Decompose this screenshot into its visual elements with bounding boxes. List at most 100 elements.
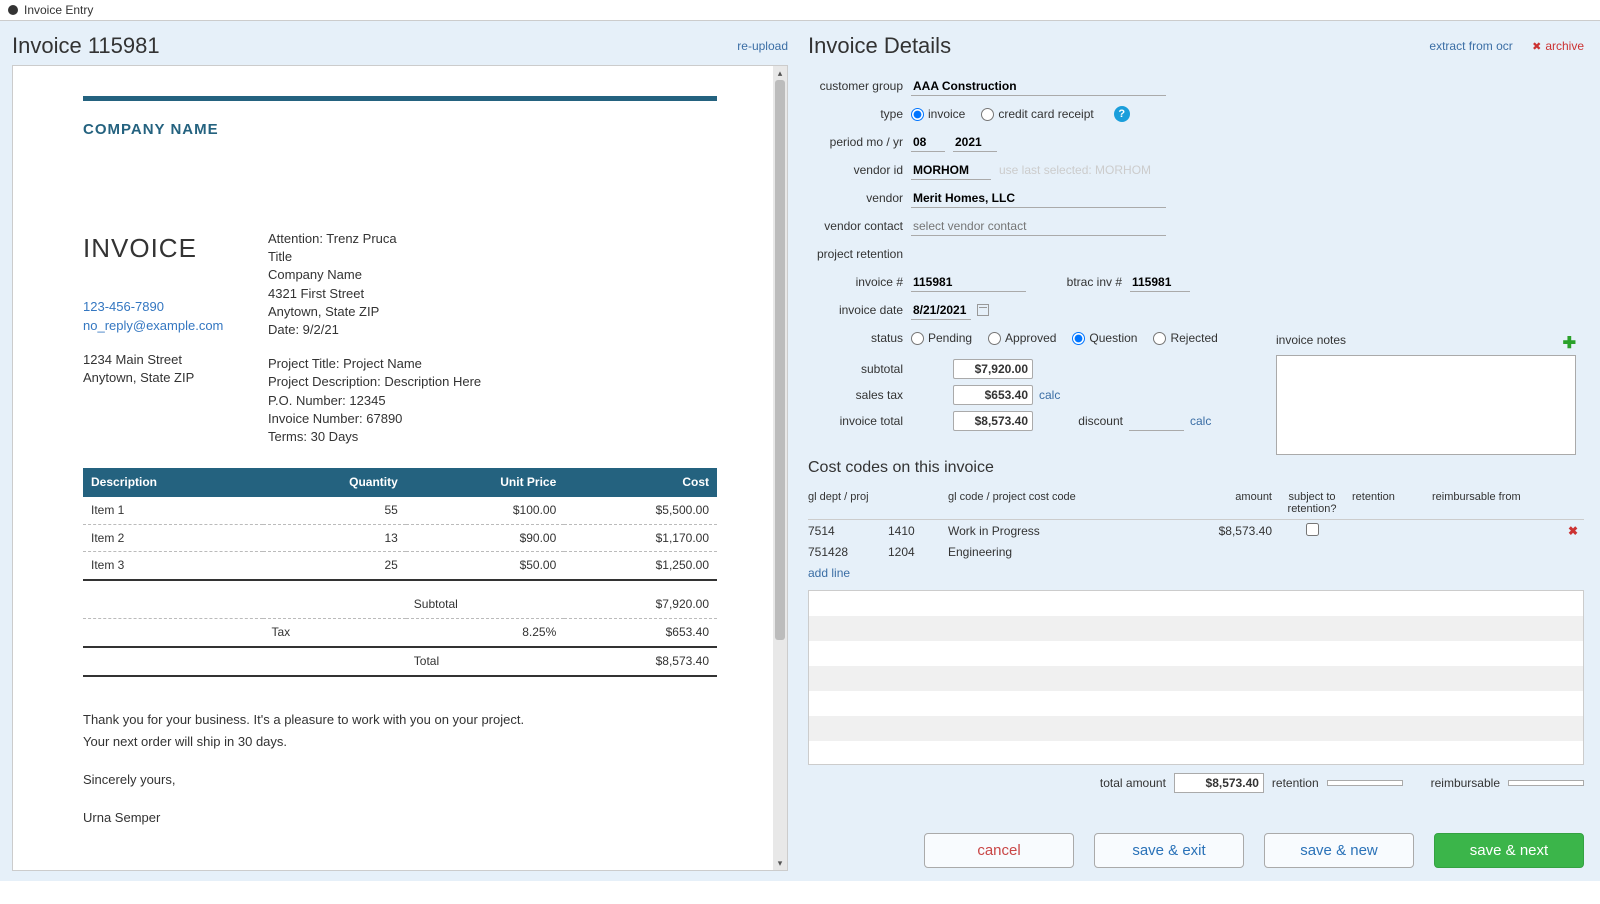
doc-closing: Thank you for your business. It's a plea… [83,711,717,828]
window-title: Invoice Entry [24,3,93,17]
discount-input[interactable] [1129,412,1184,431]
col-desc: Description [83,468,263,497]
doc-scrollbar[interactable]: ▴ ▾ [773,66,787,870]
help-icon[interactable]: ? [1114,106,1130,122]
scroll-thumb[interactable] [775,80,785,640]
document-viewer[interactable]: COMPANY NAME INVOICE 123-456-7890 no_rep… [12,65,788,871]
lbl-type: type [808,107,903,121]
lbl-invoice-date: invoice date [808,303,903,317]
calc-tax-link[interactable]: calc [1039,388,1060,402]
doc-proj-title: Project Title: Project Name [268,355,481,373]
subtotal-box[interactable]: $7,920.00 [953,359,1033,379]
notes-textarea[interactable] [1276,355,1576,455]
status-approved-radio[interactable] [988,332,1001,345]
sales-tax-box[interactable]: $653.40 [953,385,1033,405]
vendor-id-input[interactable] [911,161,991,180]
lbl-btrac: btrac inv # [1052,275,1122,289]
lbl-notes: invoice notes [1276,333,1346,353]
period-yr-input[interactable] [953,133,997,152]
doc-attn-addr1: 4321 First Street [268,285,481,303]
cost-row[interactable]: 7514 1410 Work in Progress $8,573.40 ✖ [808,520,1584,542]
col-dept: gl dept / proj [808,491,888,515]
doc-addr1: 1234 Main Street [83,351,228,369]
btrac-input[interactable] [1130,273,1190,292]
add-note-icon[interactable]: ✚ [1563,333,1576,353]
scroll-down-icon[interactable]: ▾ [773,856,787,870]
col-reimbursable: reimbursable from [1432,491,1562,515]
lbl-total-amount: total amount [1100,776,1166,790]
calc-link[interactable]: calc [1190,414,1211,428]
doc-company: COMPANY NAME [83,119,717,140]
save-new-button[interactable]: save & new [1264,833,1414,868]
col-cost: Cost [564,468,717,497]
invoice-total-box: $8,573.40 [953,411,1033,431]
lbl-period: period mo / yr [808,135,903,149]
retention-box[interactable] [1327,780,1403,786]
col-qty: Quantity [263,468,405,497]
use-last-hint: use last selected: MORHOM [999,163,1151,177]
delete-row-icon[interactable]: ✖ [1568,524,1578,538]
col-retention: retention [1352,491,1432,515]
lbl-invoice-total: invoice total [808,414,903,428]
status-rejected-radio[interactable] [1153,332,1166,345]
lbl-sales-tax: sales tax [808,388,903,402]
cost-row[interactable]: 751428 1204 Engineering [808,542,1584,562]
lbl-retention-total: retention [1272,776,1319,790]
lbl-project-retention: project retention [808,247,903,261]
vendor-contact-input[interactable] [911,217,1166,236]
col-retention-flag: subject to retention? [1272,491,1352,515]
lbl-invoice-no: invoice # [808,275,903,289]
invoice-title: Invoice 115981 [12,33,160,59]
reimbursable-box[interactable] [1508,780,1584,786]
doc-phone: 123-456-7890 [83,298,228,316]
archive-link[interactable]: archive [1532,39,1584,53]
retention-checkbox[interactable] [1306,523,1319,536]
col-unit: Unit Price [406,468,564,497]
save-exit-button[interactable]: save & exit [1094,833,1244,868]
lbl-status: status [808,331,903,345]
type-invoice-radio[interactable] [911,108,924,121]
col-gl-desc: gl code / project cost code [888,491,1172,515]
calendar-icon[interactable] [977,304,989,316]
cancel-button[interactable]: cancel [924,833,1074,868]
save-next-button[interactable]: save & next [1434,833,1584,868]
lbl-discount: discount [1063,414,1123,428]
app-icon [8,5,18,15]
doc-date: Date: 9/2/21 [268,321,481,339]
invoice-date-input[interactable] [911,301,971,320]
doc-items-table: Description Quantity Unit Price Cost Ite… [83,468,717,677]
invoice-document: COMPANY NAME INVOICE 123-456-7890 no_rep… [13,66,787,861]
doc-attn-addr2: Anytown, State ZIP [268,303,481,321]
vendor-input[interactable] [911,189,1166,208]
doc-po: P.O. Number: 12345 [268,392,481,410]
cost-grid-empty [808,590,1584,765]
doc-terms: Terms: 30 Days [268,428,481,446]
reupload-link[interactable]: re-upload [737,39,788,53]
doc-addr2: Anytown, State ZIP [83,369,228,387]
doc-attn: Attention: Trenz Pruca [268,230,481,248]
doc-attn-title: Title [268,248,481,266]
doc-divider [83,96,717,101]
lbl-vendor-contact: vendor contact [808,219,903,233]
total-amount-box: $8,573.40 [1174,773,1264,793]
lbl-reimbursable-total: reimbursable [1431,776,1500,790]
lbl-subtotal: subtotal [808,362,903,376]
invoice-no-input[interactable] [911,273,1026,292]
doc-email: no_reply@example.com [83,317,228,335]
customer-group-input[interactable] [911,77,1166,96]
doc-attn-company: Company Name [268,266,481,284]
lbl-vendor: vendor [808,191,903,205]
doc-heading: INVOICE [83,230,228,266]
period-mo-input[interactable] [911,133,945,152]
lbl-customer-group: customer group [808,79,903,93]
status-question-radio[interactable] [1072,332,1085,345]
status-pending-radio[interactable] [911,332,924,345]
lbl-vendor-id: vendor id [808,163,903,177]
add-line-link[interactable]: add line [808,562,1584,584]
scroll-up-icon[interactable]: ▴ [773,66,787,80]
doc-invno: Invoice Number: 67890 [268,410,481,428]
extract-ocr-link[interactable]: extract from ocr [1429,39,1512,53]
col-amount: amount [1172,491,1272,515]
details-title: Invoice Details [808,33,951,59]
type-cc-radio[interactable] [981,108,994,121]
